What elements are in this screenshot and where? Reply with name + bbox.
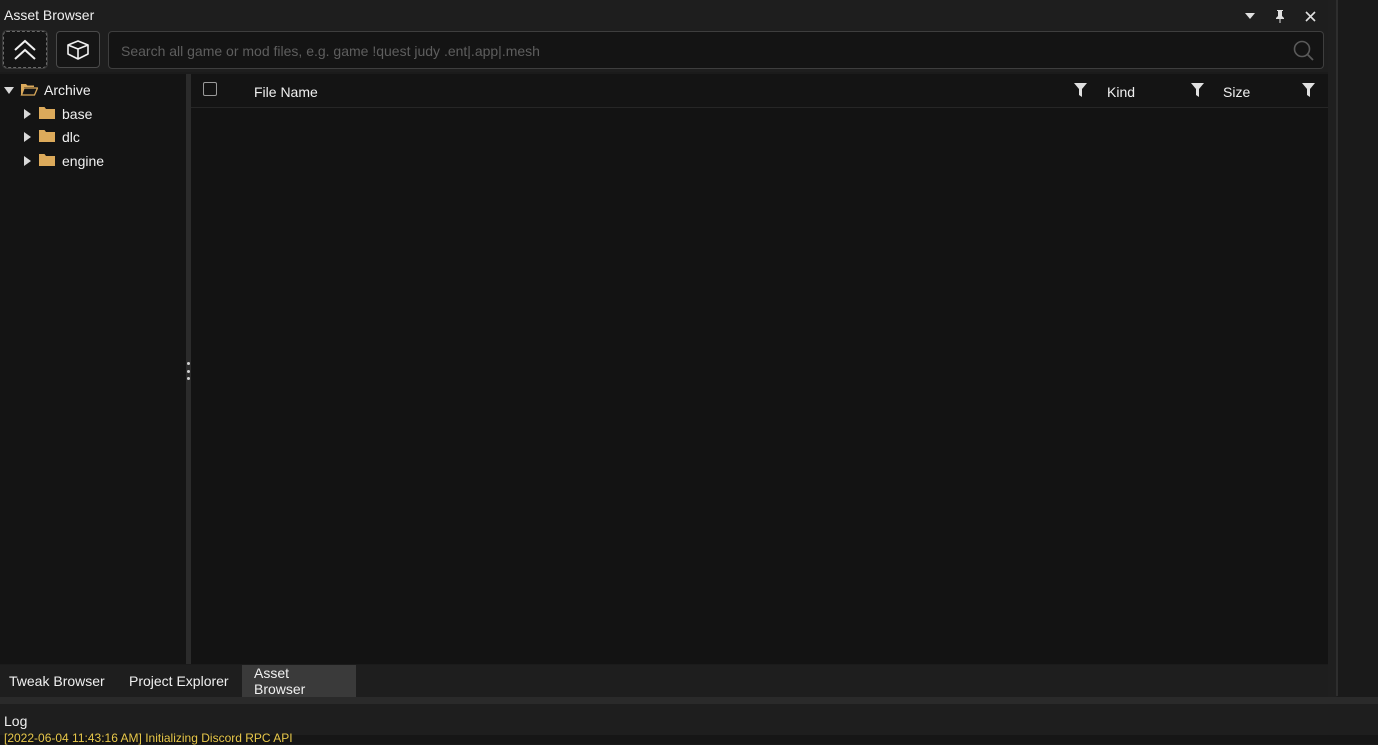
pin-icon: [1276, 9, 1284, 23]
tab-asset-browser[interactable]: Asset Browser: [242, 665, 356, 697]
filter-icon[interactable]: [1302, 83, 1315, 97]
select-all-checkbox[interactable]: [203, 82, 217, 96]
folder-icon: [38, 153, 56, 170]
filter-icon[interactable]: [1191, 83, 1204, 97]
file-list-header: [191, 74, 1328, 108]
column-header-kind[interactable]: Kind: [1107, 84, 1135, 100]
double-chevron-up-icon: [14, 39, 36, 60]
tree-item-label: dlc: [62, 129, 80, 145]
log-line: [2022-06-04 11:43:16 AM] Initializing Di…: [4, 731, 293, 745]
column-header-file-name[interactable]: File Name: [254, 84, 318, 100]
open-folder-icon: [20, 82, 39, 99]
close-icon: [1304, 10, 1316, 22]
caret-expanded-icon[interactable]: [2, 86, 16, 94]
folder-tree: Archive base dlc engine: [0, 74, 186, 664]
panel-separator[interactable]: [0, 697, 1378, 704]
close-button[interactable]: [1300, 6, 1320, 26]
search-input[interactable]: [119, 32, 1283, 70]
filter-icon[interactable]: [1074, 83, 1087, 97]
folder-icon: [38, 129, 56, 146]
tab-project-explorer[interactable]: Project Explorer: [120, 665, 238, 697]
tree-item-engine[interactable]: engine: [20, 150, 104, 172]
splitter-grip-icon[interactable]: [187, 362, 190, 380]
tree-item-base[interactable]: base: [20, 103, 92, 125]
navigate-up-button[interactable]: [2, 30, 48, 69]
search-icon[interactable]: [1293, 40, 1315, 62]
caret-collapsed-icon[interactable]: [20, 109, 34, 119]
file-list: [191, 74, 1328, 664]
pin-button[interactable]: [1270, 6, 1290, 26]
tree-item-label: base: [62, 106, 93, 122]
log-title: Log: [4, 713, 28, 729]
side-panel: [1338, 0, 1378, 698]
folder-icon: [38, 106, 56, 123]
tree-item-archive[interactable]: Archive: [2, 79, 91, 101]
tree-item-label: Archive: [44, 82, 91, 98]
caret-collapsed-icon[interactable]: [20, 156, 34, 166]
dropdown-menu-button[interactable]: [1240, 6, 1260, 26]
tree-item-dlc[interactable]: dlc: [20, 126, 80, 148]
panel-titlebar: [0, 0, 1328, 30]
mod-browser-button[interactable]: [56, 31, 100, 68]
tree-item-label: engine: [62, 153, 105, 169]
tab-tweak-browser[interactable]: Tweak Browser: [0, 665, 114, 697]
chevron-down-icon: [1245, 13, 1255, 19]
caret-collapsed-icon[interactable]: [20, 132, 34, 142]
column-header-size[interactable]: Size: [1223, 84, 1250, 100]
search-box: [108, 31, 1324, 70]
cube-icon: [67, 39, 89, 60]
panel-title: Asset Browser: [4, 7, 95, 23]
